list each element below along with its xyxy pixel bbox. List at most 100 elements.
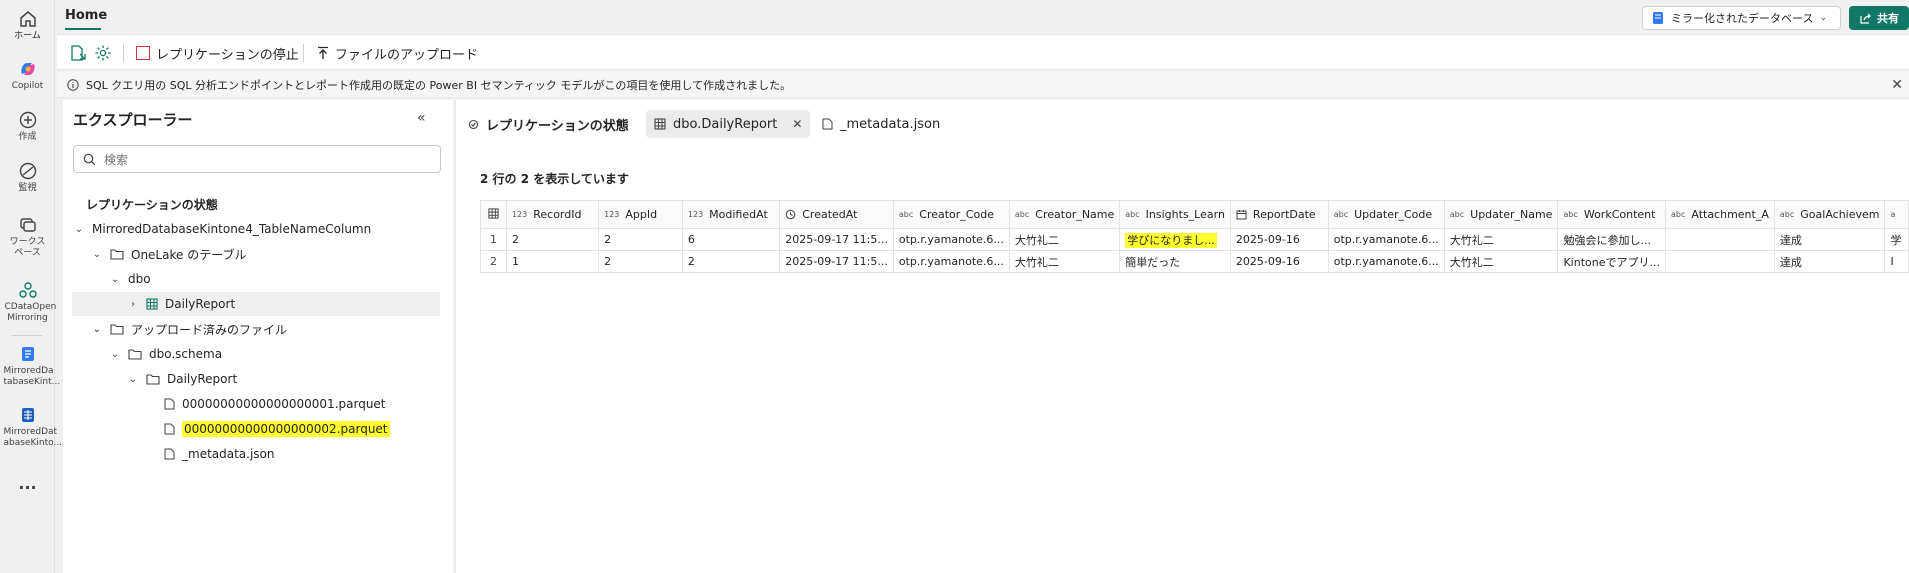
tree-dbo-schema[interactable]: ⌄ dbo.schema — [72, 342, 440, 366]
tree-file-parquet-1[interactable]: 00000000000000000001.parquet — [72, 392, 440, 416]
table-cell[interactable]: 大竹礼二 — [1008, 228, 1121, 251]
rail-copilot[interactable]: Copilot — [0, 60, 55, 92]
table-cell[interactable]: 6 — [681, 228, 781, 251]
tree-file-parquet-2[interactable]: 00000000000000000002.parquet — [72, 417, 440, 441]
chevron-down-icon[interactable]: ⌄ — [90, 249, 104, 260]
share-label: 共有 — [1877, 12, 1899, 25]
item-type-dropdown[interactable]: ミラー化されたデータベース ⌄ — [1642, 6, 1841, 30]
collapse-pane-icon[interactable]: « — [417, 110, 426, 126]
table-cell[interactable]: I — [1884, 250, 1909, 273]
close-icon[interactable]: ✕ — [1891, 78, 1903, 92]
table-cell[interactable]: 学 — [1884, 228, 1909, 251]
rail-home[interactable]: ホーム — [0, 10, 55, 42]
replication-icon — [468, 119, 479, 129]
column-header[interactable]: abc Insights_Learn — [1119, 200, 1231, 229]
explorer-search-input[interactable]: 検索 — [73, 145, 441, 173]
rail-workspaces[interactable]: ワークスペース — [0, 216, 55, 259]
column-header[interactable]: abc Updater_Name — [1443, 200, 1559, 229]
table-cell[interactable]: 2025-09-16 — [1229, 250, 1329, 273]
tree-dailyreport-table[interactable]: › DailyReport — [72, 292, 440, 316]
rail-workspace-cdata[interactable]: CDataOpen Mirroring — [0, 281, 57, 324]
rail-create[interactable]: 作成 — [0, 111, 55, 143]
column-name: a — [1890, 210, 1896, 219]
table-cell[interactable]: 2 — [598, 250, 683, 273]
column-name: WorkContent — [1583, 208, 1656, 221]
rail-monitor-label: 監視 — [18, 183, 37, 193]
table-cell[interactable]: 大竹礼二 — [1443, 228, 1559, 251]
table-cell[interactable]: otp.r.yamanote.6... — [1327, 250, 1445, 273]
column-header[interactable]: abc GoalAchievem — [1773, 200, 1886, 229]
table-cell[interactable]: Kintoneでアプリ... — [1557, 250, 1666, 273]
column-header[interactable]: 123 ModifiedAt — [681, 200, 781, 229]
column-header[interactable]: abc WorkContent — [1557, 200, 1666, 229]
row-count-text: 2 行の 2 を表示しています — [480, 172, 629, 186]
column-header[interactable]: ReportDate — [1229, 200, 1329, 229]
table-cell[interactable]: 勉強会に参加し... — [1557, 228, 1666, 251]
close-tab-icon[interactable]: ✕ — [792, 117, 802, 131]
column-header[interactable]: 123 RecordId — [505, 200, 600, 229]
table-cell[interactable]: otp.r.yamanote.6... — [892, 250, 1010, 273]
tree-dbo[interactable]: ⌄ dbo — [72, 267, 440, 291]
chevron-down-icon[interactable]: ⌄ — [72, 224, 86, 235]
upload-files-button[interactable]: ファイルのアップロード — [317, 35, 478, 71]
tab-dbo-dailyreport[interactable]: dbo.DailyReport ✕ — [646, 110, 811, 138]
stop-replication-button[interactable]: レプリケーションの停止 — [136, 35, 299, 71]
settings-gear-icon[interactable] — [94, 44, 112, 65]
table-cell[interactable]: 大竹礼二 — [1443, 250, 1559, 273]
rail-mirrored-db[interactable]: MirroredDa tabaseKint... — [0, 345, 60, 388]
column-header[interactable]: abc Creator_Code — [892, 200, 1010, 229]
type-abc-icon: abc — [1779, 210, 1795, 219]
tab-metadata-json[interactable]: _metadata.json — [814, 110, 948, 138]
grid-corner-icon[interactable] — [480, 200, 507, 229]
table-cell[interactable] — [1664, 250, 1775, 273]
table-cell[interactable]: 2025-09-17 11:5... — [779, 228, 894, 251]
chevron-down-icon[interactable]: ⌄ — [108, 274, 122, 285]
column-header[interactable]: abc Updater_Code — [1327, 200, 1445, 229]
tree-file-metadata[interactable]: _metadata.json — [72, 442, 440, 466]
tree-database[interactable]: ⌄ MirroredDatabaseKintone4_TableNameColu… — [72, 217, 440, 241]
table-cell[interactable]: 2 — [505, 228, 600, 251]
column-header[interactable]: a — [1884, 200, 1909, 229]
type-abc-icon: abc — [1014, 210, 1030, 219]
table-cell[interactable]: 2 — [681, 250, 781, 273]
table-cell[interactable]: 2 — [598, 228, 683, 251]
tab-home[interactable]: Home — [65, 8, 107, 23]
type-abc-icon: abc — [1125, 210, 1140, 219]
table-cell[interactable]: 達成 — [1773, 228, 1886, 251]
tree-dailyreport-folder[interactable]: ⌄ DailyReport — [72, 367, 440, 391]
table-cell[interactable]: 学びになりまし... — [1119, 228, 1231, 251]
rail-workspace-label: CDataOpen Mirroring — [4, 302, 57, 323]
rail-home-label: ホーム — [14, 31, 41, 41]
column-header[interactable]: CreatedAt — [779, 200, 894, 229]
table-cell[interactable]: 1 — [505, 250, 600, 273]
table-cell[interactable]: 達成 — [1773, 250, 1886, 273]
table-cell[interactable]: otp.r.yamanote.6... — [892, 228, 1010, 251]
chevron-right-icon[interactable]: › — [126, 299, 140, 310]
rail-monitor[interactable]: 監視 — [0, 162, 55, 194]
column-name: Attachment_A — [1691, 208, 1769, 221]
chevron-down-icon[interactable]: ⌄ — [108, 349, 122, 360]
table-cell[interactable] — [1664, 228, 1775, 251]
table-cell[interactable]: 大竹礼二 — [1008, 250, 1121, 273]
calendar-type-icon — [1236, 210, 1247, 220]
rail-more-button[interactable]: ... — [0, 476, 55, 492]
table-cell[interactable]: 2025-09-16 — [1229, 228, 1329, 251]
table-cell[interactable]: 簡単だった — [1119, 250, 1231, 273]
rail-sql-endpoint[interactable]: MirroredDat abaseKinto... — [0, 406, 62, 449]
chevron-down-icon[interactable]: ⌄ — [126, 374, 140, 385]
chevron-down-icon[interactable]: ⌄ — [90, 324, 104, 335]
new-item-icon[interactable] — [69, 44, 87, 65]
table-cell[interactable]: 2025-09-17 11:5... — [779, 250, 894, 273]
tree-uploaded-files[interactable]: ⌄ アップロード済みのファイル — [72, 317, 440, 341]
share-button[interactable]: 共有 — [1849, 6, 1909, 30]
tree-replication-status[interactable]: レプリケーションの状態 — [72, 192, 440, 216]
tab-replication-status[interactable]: レプリケーションの状態 — [460, 110, 637, 138]
stop-replication-label: レプリケーションの停止 — [156, 47, 299, 63]
table-icon — [654, 118, 666, 130]
tree-onelake-tables[interactable]: ⌄ OneLake のテーブル — [72, 242, 440, 266]
column-header[interactable]: abc Attachment_A — [1664, 200, 1775, 229]
tree-label: dbo.schema — [149, 347, 223, 361]
column-header[interactable]: abc Creator_Name — [1008, 200, 1121, 229]
column-header[interactable]: 123 AppId — [598, 200, 683, 229]
table-cell[interactable]: otp.r.yamanote.6... — [1327, 228, 1445, 251]
